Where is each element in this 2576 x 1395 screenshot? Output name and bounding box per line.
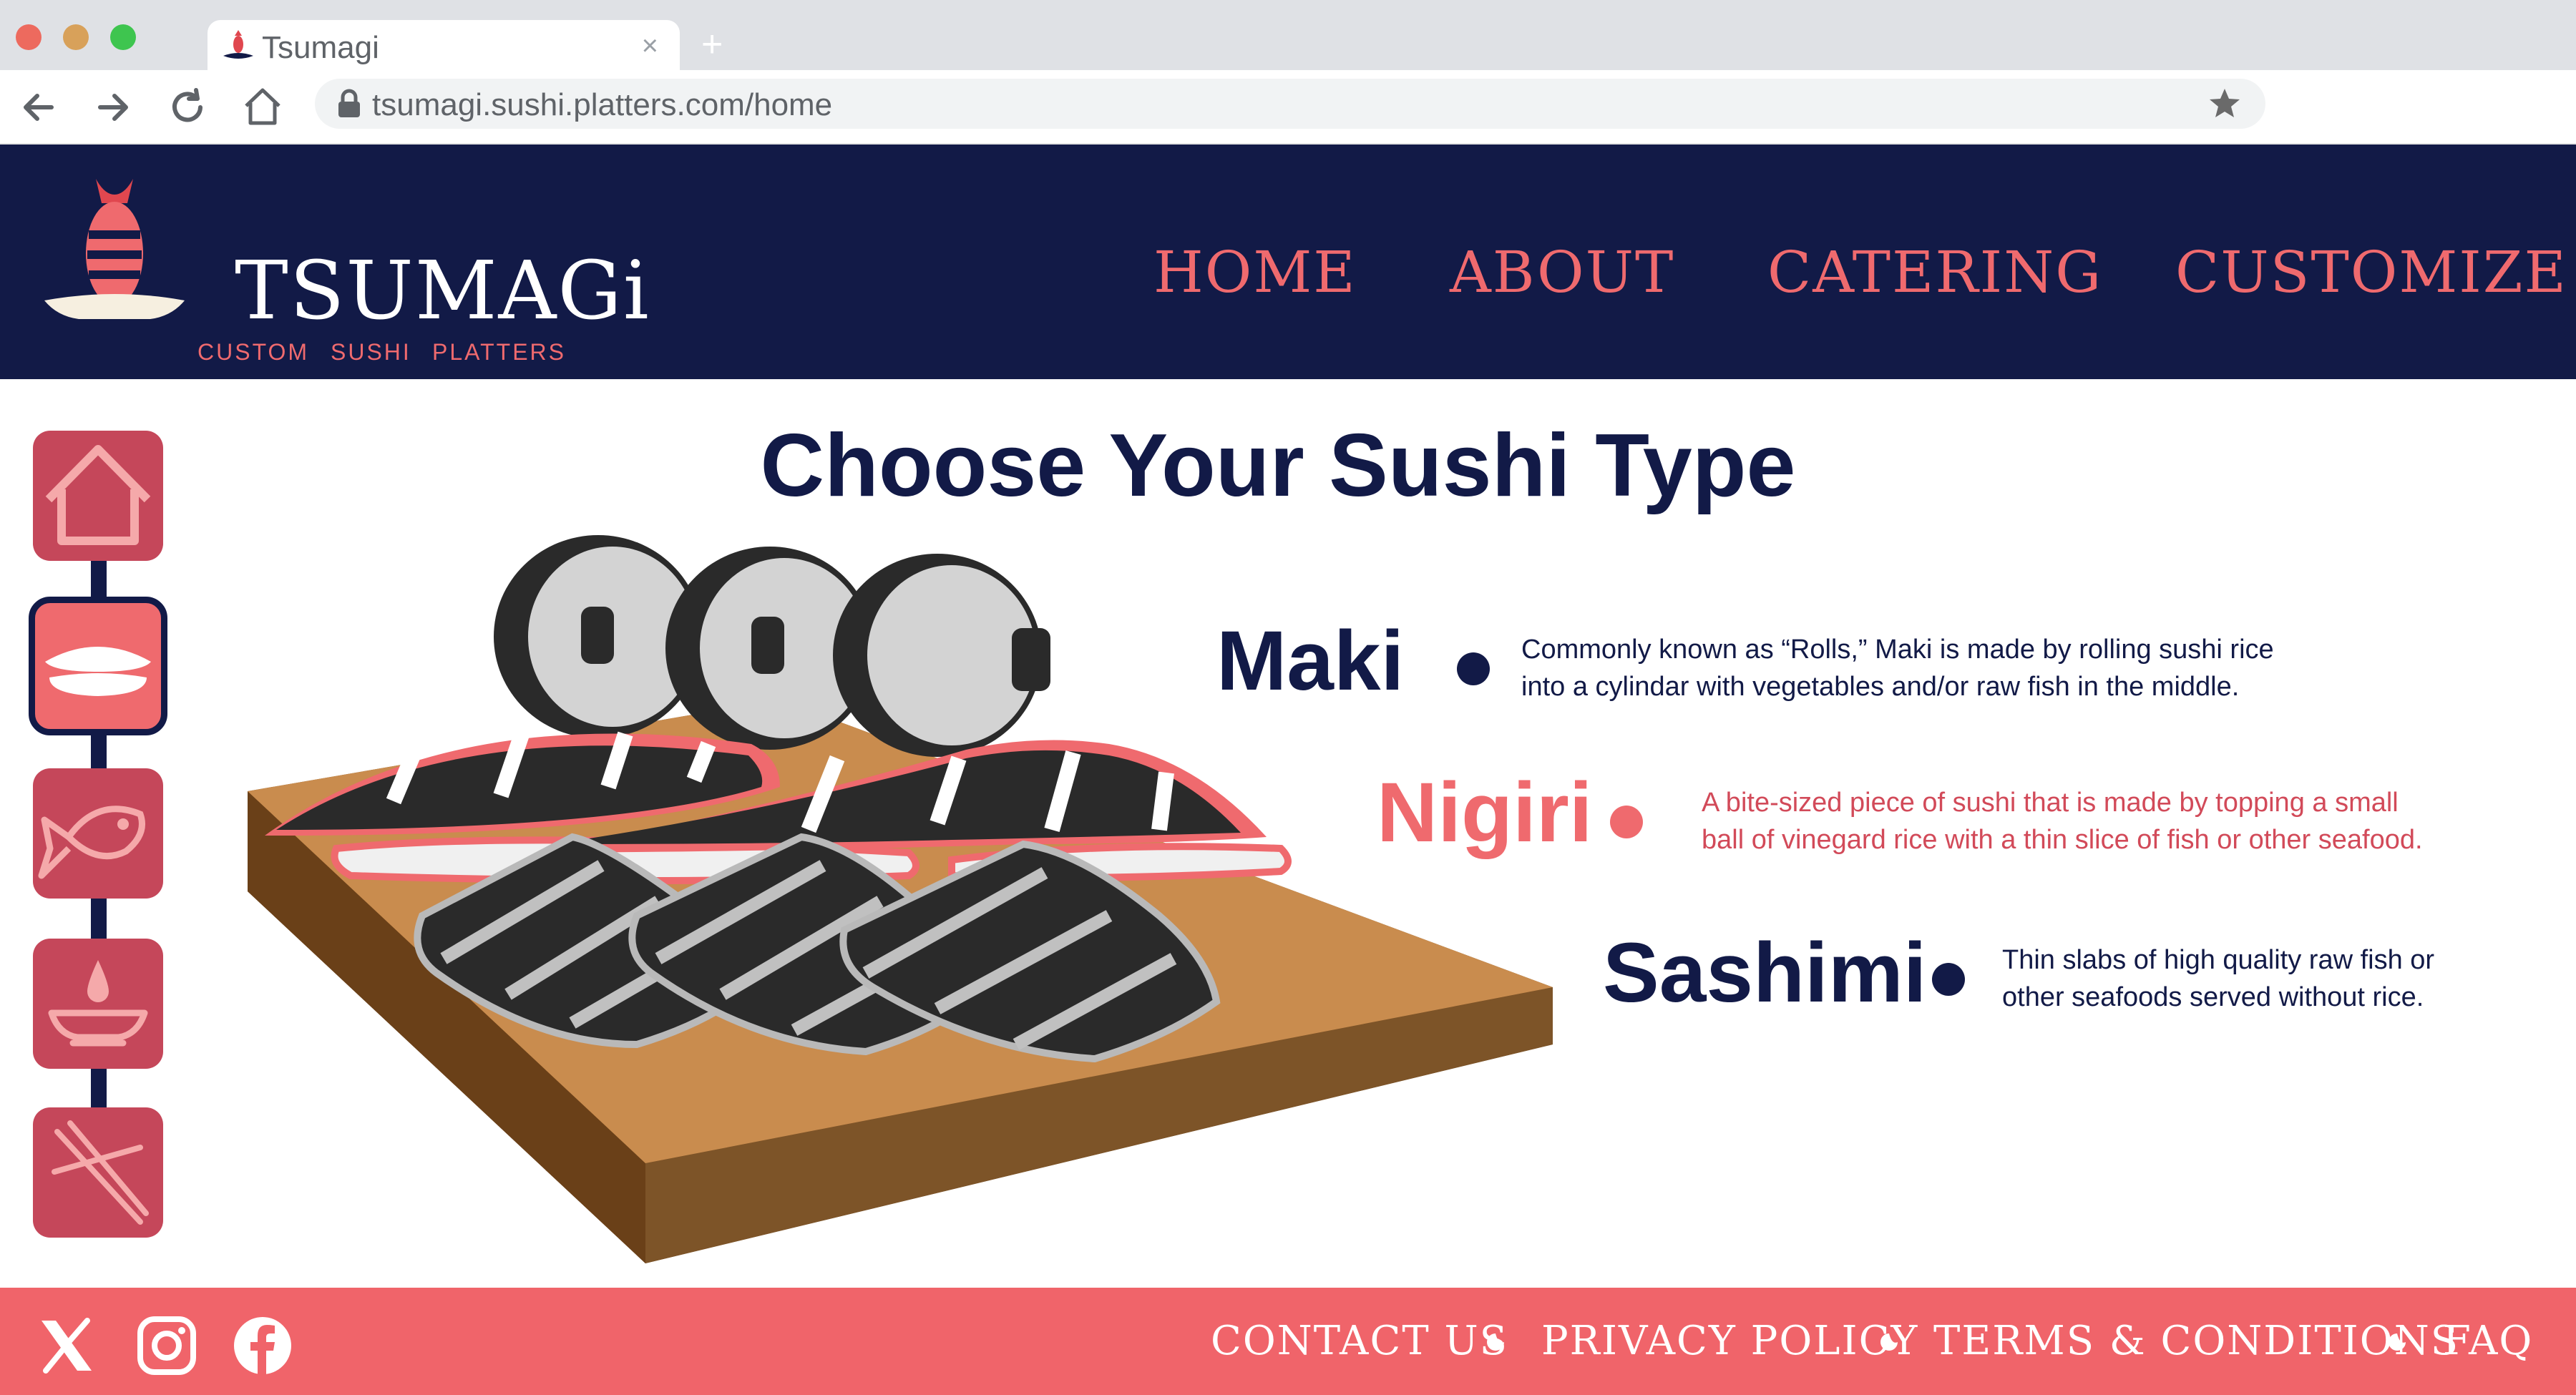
sidebar-item-nigiri[interactable] xyxy=(29,597,167,735)
footer-privacy-policy[interactable]: PRIVACY POLICY xyxy=(1541,1318,1918,1364)
new-tab-button[interactable]: + xyxy=(701,23,723,66)
facebook-icon[interactable] xyxy=(232,1315,293,1376)
forward-arrow-icon[interactable] xyxy=(93,87,133,127)
footer-contact-us[interactable]: CONTACT US xyxy=(1211,1318,1508,1364)
tab-close-button[interactable]: × xyxy=(642,30,658,62)
footer-separator-icon xyxy=(2389,1333,2406,1351)
maki-description: Commonly known as “Rolls,” Maki is made … xyxy=(1521,631,2274,705)
nav-customize[interactable]: CUSTOMIZE xyxy=(2175,239,2567,305)
tagline-custom: CUSTOM xyxy=(197,339,310,365)
sashimi-bullet xyxy=(1932,963,1965,996)
page-title: Choose Your Sushi Type xyxy=(760,416,1796,515)
home-icon[interactable] xyxy=(240,84,285,129)
fish-icon xyxy=(38,806,145,879)
footer-separator-icon xyxy=(1880,1333,1898,1351)
nav-about[interactable]: ABOUT xyxy=(1450,239,1674,305)
footer-separator-icon xyxy=(1487,1333,1504,1351)
nigiri-description-line-1: A bite-sized piece of sushi that is made… xyxy=(1702,788,2399,818)
nav-catering[interactable]: CATERING xyxy=(1767,239,2102,305)
brand-name: TSUMAGi xyxy=(235,245,650,338)
address-bar[interactable]: tsumagi.sushi.platters.com/home xyxy=(315,79,2265,129)
brand-logo[interactable]: TSUMAGi CUSTOM SUSHI PLATTERS xyxy=(43,173,649,365)
nigiri-bullet xyxy=(1610,806,1643,838)
tab-title: Tsumagi xyxy=(262,30,379,65)
nav-home[interactable]: HOME xyxy=(1153,239,1357,305)
footer-terms-conditions[interactable]: TERMS & CONDITIONS xyxy=(1933,1318,2459,1364)
reload-icon[interactable] xyxy=(166,86,209,129)
maki-bullet xyxy=(1457,652,1490,685)
chopsticks-icon xyxy=(52,1120,149,1225)
soy-sauce-icon xyxy=(48,960,148,1047)
type-sashimi[interactable]: Sashimi xyxy=(1603,924,1927,1022)
maximize-window-button[interactable] xyxy=(110,24,136,50)
sashimi-description-line-1: Thin slabs of high quality raw fish or xyxy=(2002,945,2435,975)
bookmark-star-icon[interactable] xyxy=(2207,86,2243,122)
sidebar-item-sauce[interactable] xyxy=(33,939,163,1069)
site-footer: CONTACT US PRIVACY POLICY TERMS & CONDIT… xyxy=(0,1288,2576,1395)
maki-description-line-2: into a cylindar with vegetables and/or r… xyxy=(1521,672,2240,702)
sashimi-description-line-2: other seafoods served without rice. xyxy=(2002,982,2424,1012)
instagram-icon[interactable] xyxy=(136,1315,197,1376)
close-window-button[interactable] xyxy=(16,24,42,50)
minimize-window-button[interactable] xyxy=(63,24,89,50)
tagline-sushi: SUSHI xyxy=(331,339,411,365)
lock-icon xyxy=(338,89,360,117)
tagline-platters: PLATTERS xyxy=(432,339,566,365)
maki-description-line-1: Commonly known as “Rolls,” Maki is made … xyxy=(1521,635,2274,665)
type-nigiri[interactable]: Nigiri xyxy=(1377,764,1593,861)
sashimi-description: Thin slabs of high quality raw fish or o… xyxy=(2002,941,2434,1016)
shrimp-logo-icon xyxy=(44,179,185,319)
browser-tab-bar: Tsumagi × + xyxy=(0,0,2576,72)
sidebar-item-chopsticks[interactable] xyxy=(33,1107,163,1238)
nigiri-description-line-2: ball of vinegard rice with a thin slice … xyxy=(1702,825,2423,855)
nigiri-description: A bite-sized piece of sushi that is made… xyxy=(1702,784,2423,858)
sidebar-item-fish[interactable] xyxy=(33,768,163,899)
nigiri-icon xyxy=(45,647,151,696)
browser-toolbar: tsumagi.sushi.platters.com/home xyxy=(0,70,2576,145)
x-icon[interactable] xyxy=(36,1315,97,1376)
favicon-icon xyxy=(223,30,253,59)
url-text[interactable]: tsumagi.sushi.platters.com/home xyxy=(372,87,832,123)
site-header: TSUMAGi CUSTOM SUSHI PLATTERS HOME ABOUT… xyxy=(0,145,2576,379)
browser-tab[interactable]: Tsumagi × xyxy=(208,20,680,72)
type-maki[interactable]: Maki xyxy=(1216,612,1404,710)
footer-faq[interactable]: FAQ xyxy=(2443,1318,2533,1364)
back-arrow-icon[interactable] xyxy=(19,87,59,127)
